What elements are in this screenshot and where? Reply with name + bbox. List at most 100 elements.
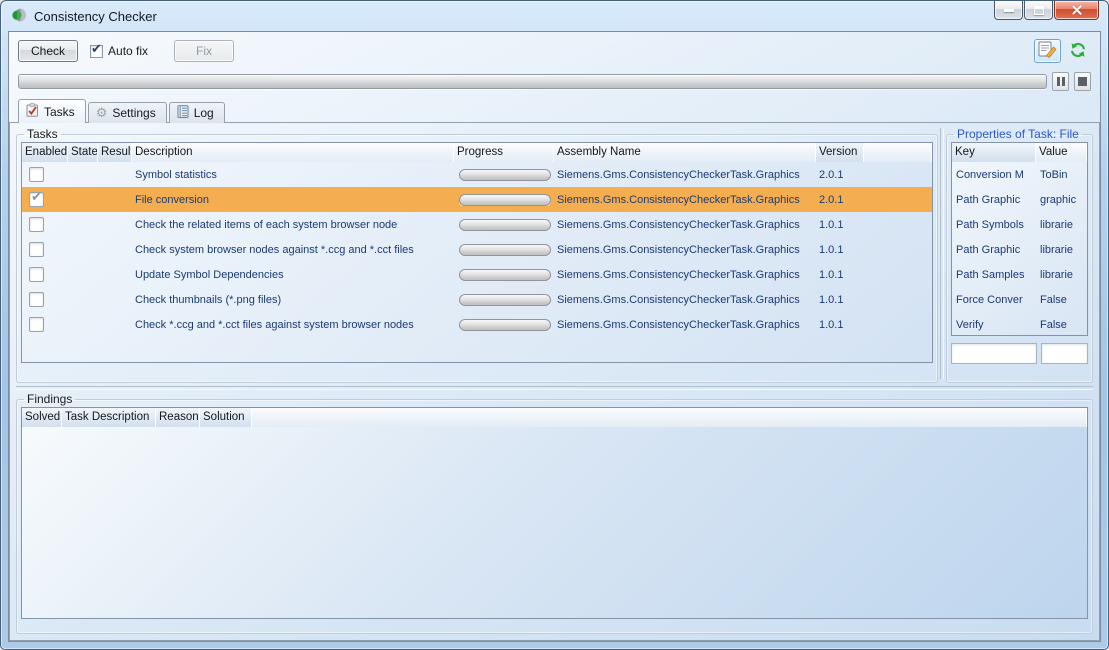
tab-label: Settings <box>112 106 155 120</box>
overall-progress-bar <box>18 74 1047 89</box>
column-header-key[interactable]: Key <box>952 143 1036 162</box>
property-value-input[interactable] <box>1041 343 1088 364</box>
property-value: librarie <box>1036 244 1087 256</box>
autofix-checkbox-box[interactable]: ✔ <box>90 45 103 58</box>
task-assembly: Siemens.Gms.ConsistencyCheckerTask.Graph… <box>554 319 816 331</box>
column-header-progress[interactable]: Progress <box>454 143 554 162</box>
tab-tasks[interactable]: Tasks <box>18 99 86 123</box>
task-row[interactable]: Check system browser nodes against *.ccg… <box>22 237 932 262</box>
property-key-input[interactable] <box>951 343 1037 364</box>
tasks-tab-page: Tasks Enabled State Result Description P… <box>9 122 1100 641</box>
property-value: graphic <box>1036 194 1087 206</box>
task-assembly: Siemens.Gms.ConsistencyCheckerTask.Graph… <box>554 244 816 256</box>
close-button[interactable] <box>1054 1 1099 20</box>
task-progress-bar <box>459 219 551 231</box>
autofix-label: Auto fix <box>108 44 148 58</box>
task-enabled-checkbox[interactable] <box>29 167 44 182</box>
task-row[interactable]: Update Symbol Dependencies Siemens.Gms.C… <box>22 262 932 287</box>
maximize-icon <box>1034 6 1044 15</box>
task-row[interactable]: Symbol statistics Siemens.Gms.Consistenc… <box>22 162 932 187</box>
properties-group-title: Properties of Task: File <box>954 127 1082 141</box>
stop-button[interactable] <box>1074 72 1091 91</box>
column-header-version[interactable]: Version <box>816 143 864 162</box>
tab-label: Log <box>194 106 214 120</box>
property-key: Conversion M <box>952 169 1036 181</box>
task-row[interactable]: Check *.ccg and *.cct files against syst… <box>22 312 932 337</box>
property-row[interactable]: Path Graphic graphic <box>952 187 1087 212</box>
task-assembly: Siemens.Gms.ConsistencyCheckerTask.Graph… <box>554 169 816 181</box>
task-row[interactable]: ✔ File conversion Siemens.Gms.Consistenc… <box>22 187 932 212</box>
task-description: File conversion <box>132 194 454 206</box>
tasks-table-header: Enabled State Result Description Progres… <box>22 143 932 162</box>
property-key: Path Symbols <box>952 219 1036 231</box>
column-header-result[interactable]: Result <box>98 143 132 162</box>
property-row[interactable]: Path Samples librarie <box>952 262 1087 287</box>
task-version: 1.0.1 <box>816 319 864 331</box>
autofix-checkbox[interactable]: ✔ Auto fix <box>90 44 148 58</box>
property-value: ToBin <box>1036 169 1087 181</box>
task-enabled-checkbox[interactable]: ✔ <box>29 192 44 207</box>
property-row[interactable]: Verify False <box>952 312 1087 336</box>
property-row[interactable]: Conversion M ToBin <box>952 162 1087 187</box>
close-icon <box>1071 5 1083 15</box>
properties-toolbar-button[interactable] <box>1034 39 1061 63</box>
properties-groupbox: Properties of Task: File Key Value Conve… <box>946 127 1093 383</box>
check-icon: ✔ <box>91 42 102 57</box>
task-description: Check system browser nodes against *.ccg… <box>132 244 454 256</box>
vertical-splitter[interactable] <box>938 127 946 383</box>
findings-table: Solved Task Description Reason Solution <box>21 407 1088 619</box>
task-progress-bar <box>459 194 551 206</box>
task-version: 1.0.1 <box>816 294 864 306</box>
column-header-solved[interactable]: Solved <box>22 408 62 427</box>
log-icon <box>177 105 189 121</box>
task-row[interactable]: Check the related items of each system b… <box>22 212 932 237</box>
pause-button[interactable] <box>1052 72 1069 91</box>
tab-settings[interactable]: ⚙ Settings <box>88 102 167 123</box>
tab-label: Tasks <box>44 105 75 119</box>
maximize-button[interactable] <box>1024 1 1053 20</box>
gear-icon: ⚙ <box>96 107 108 120</box>
task-version: 1.0.1 <box>816 269 864 281</box>
task-assembly: Siemens.Gms.ConsistencyCheckerTask.Graph… <box>554 194 816 206</box>
pause-icon <box>1057 77 1065 86</box>
titlebar[interactable]: Consistency Checker <box>1 1 1108 31</box>
horizontal-splitter[interactable] <box>16 383 1093 392</box>
task-progress-bar <box>459 294 551 306</box>
findings-group-title: Findings <box>24 392 75 406</box>
task-row[interactable]: Check thumbnails (*.png files) Siemens.G… <box>22 287 932 312</box>
column-header-enabled[interactable]: Enabled <box>22 143 68 162</box>
property-row[interactable]: Path Symbols librarie <box>952 212 1087 237</box>
task-version: 2.0.1 <box>816 169 864 181</box>
column-header-filler <box>252 408 1087 427</box>
property-row[interactable]: Force Conver False <box>952 287 1087 312</box>
task-enabled-checkbox[interactable] <box>29 317 44 332</box>
refresh-button[interactable] <box>1064 39 1091 63</box>
fix-button[interactable]: Fix <box>174 40 234 62</box>
tab-strip: Tasks ⚙ Settings Log <box>9 91 1100 123</box>
column-header-state[interactable]: State <box>68 143 98 162</box>
minimize-button[interactable] <box>994 1 1023 20</box>
task-enabled-checkbox[interactable] <box>29 242 44 257</box>
findings-table-header: Solved Task Description Reason Solution <box>22 408 1087 427</box>
app-icon <box>11 7 27 26</box>
task-enabled-checkbox[interactable] <box>29 217 44 232</box>
client-area: Check ✔ Auto fix Fix <box>8 31 1101 642</box>
column-header-value[interactable]: Value <box>1036 143 1087 162</box>
checklist-icon <box>26 103 39 120</box>
tab-log[interactable]: Log <box>169 102 225 123</box>
column-header-task-description[interactable]: Task Description <box>62 408 156 427</box>
task-version: 1.0.1 <box>816 219 864 231</box>
column-header-solution[interactable]: Solution <box>200 408 252 427</box>
column-header-description[interactable]: Description <box>132 143 454 162</box>
task-description: Symbol statistics <box>132 169 454 181</box>
property-value: False <box>1036 319 1087 331</box>
property-key: Path Graphic <box>952 194 1036 206</box>
task-enabled-checkbox[interactable] <box>29 292 44 307</box>
task-assembly: Siemens.Gms.ConsistencyCheckerTask.Graph… <box>554 269 816 281</box>
check-button[interactable]: Check <box>18 40 78 62</box>
property-key: Path Samples <box>952 269 1036 281</box>
column-header-assembly[interactable]: Assembly Name <box>554 143 816 162</box>
property-row[interactable]: Path Graphic librarie <box>952 237 1087 262</box>
column-header-reason[interactable]: Reason <box>156 408 200 427</box>
task-enabled-checkbox[interactable] <box>29 267 44 282</box>
